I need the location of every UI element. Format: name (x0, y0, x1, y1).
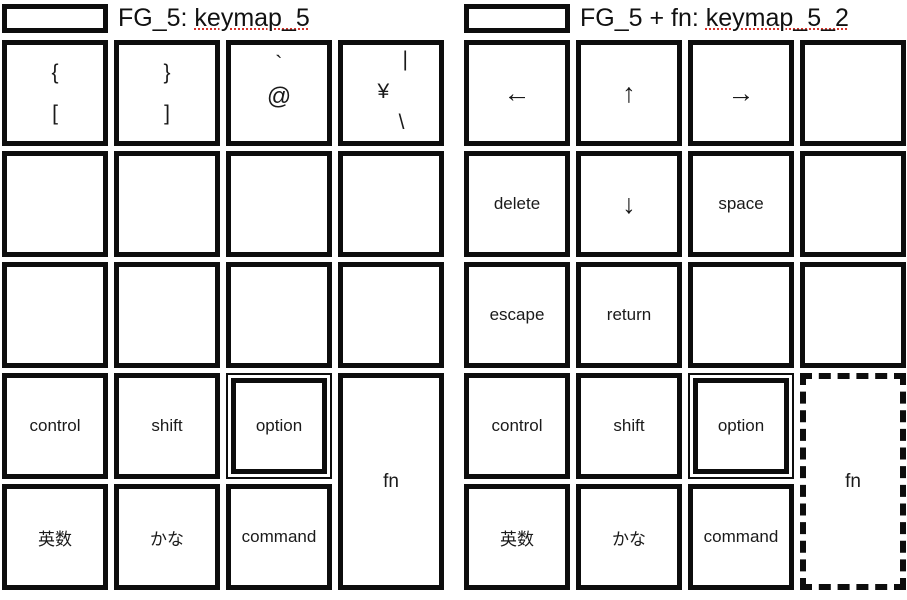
key-glyph-pipe: | (402, 48, 408, 71)
key-inner-border: option (231, 378, 327, 474)
key-label: ↓ (622, 188, 636, 219)
panel-title-keymap-name: keymap_5 (194, 4, 310, 32)
key-control[interactable]: control (2, 373, 108, 479)
keymap-diagram: FG_5: keymap_5{[}] ` @ | ¥ \ control shift optio… (0, 0, 907, 600)
key-label: control (29, 416, 81, 435)
keymap-panel-left: FG_5: keymap_5{[}] ` @ | ¥ \ control shift optio… (0, 0, 452, 600)
key-backtick-at[interactable]: ` @ (226, 40, 332, 146)
panel-title-prefix: FG_5: (118, 4, 195, 32)
key-label: ← (503, 77, 531, 108)
key-shift[interactable]: shift (576, 373, 682, 479)
key-label: ↑ (622, 77, 636, 108)
key-blank[interactable] (800, 151, 906, 257)
key-brace-bracket[interactable]: {[ (2, 40, 108, 146)
key-glyph-top: } (163, 61, 171, 84)
key-glyph-bottom: ] (164, 102, 170, 125)
key-grid-right: ← ↑ → delete ↓ space escape return control shift o… (462, 38, 907, 600)
key-fn-held[interactable]: fn (800, 373, 906, 590)
layer-color-swatch[interactable] (464, 4, 570, 33)
key-eisu[interactable]: 英数 (464, 484, 570, 590)
key-label: return (606, 305, 652, 324)
panel-title-keymap-name: keymap_5_2 (705, 4, 849, 32)
key-label: space (718, 194, 764, 213)
panel-header-right: FG_5 + fn: keymap_5_2 (462, 0, 907, 38)
key-option[interactable]: option (226, 373, 332, 479)
key-kana[interactable]: かな (576, 484, 682, 590)
key-command[interactable]: command (688, 484, 794, 590)
key-blank[interactable] (338, 262, 444, 368)
panel-title: FG_5 + fn: keymap_5_2 (580, 0, 849, 38)
key-kana[interactable]: かな (114, 484, 220, 590)
key-label: fn (383, 470, 399, 492)
key-label: option (717, 416, 765, 435)
key-inner-border: option (693, 378, 789, 474)
key-arrow-up[interactable]: ↑ (576, 40, 682, 146)
key-blank[interactable] (688, 262, 794, 368)
key-arrow-right[interactable]: → (688, 40, 794, 146)
key-label: escape (489, 305, 545, 324)
key-label: delete (493, 194, 541, 213)
key-glyph-backslash: \ (398, 111, 405, 135)
key-brace-close-bracket-close[interactable]: }] (114, 40, 220, 146)
key-glyph-backtick: ` (275, 51, 283, 76)
key-glyph-top: { (51, 61, 59, 84)
key-blank[interactable] (800, 40, 906, 146)
panel-title-prefix: FG_5 + fn: (580, 4, 706, 32)
key-label: shift (613, 416, 645, 435)
key-blank[interactable] (114, 151, 220, 257)
key-option[interactable]: option (688, 373, 794, 479)
key-arrow-left[interactable]: ← (464, 40, 570, 146)
key-label: 英数 (38, 529, 72, 549)
key-grid-left: {[}] ` @ | ¥ \ control shift option fn 英数 かな command (0, 38, 452, 600)
key-fn[interactable]: fn (338, 373, 444, 590)
key-glyph-group: | ¥ \ (343, 45, 439, 141)
key-blank[interactable] (338, 151, 444, 257)
key-shift[interactable]: shift (114, 373, 220, 479)
key-blank[interactable] (2, 262, 108, 368)
key-return[interactable]: return (576, 262, 682, 368)
key-label: command (703, 527, 779, 546)
key-label: shift (151, 416, 183, 435)
key-blank[interactable] (114, 262, 220, 368)
key-control[interactable]: control (464, 373, 570, 479)
key-space[interactable]: space (688, 151, 794, 257)
layer-color-swatch[interactable] (2, 4, 108, 33)
key-label: command (241, 527, 317, 546)
key-blank[interactable] (800, 262, 906, 368)
key-glyph-group: ` @ (231, 45, 327, 141)
panel-title: FG_5: keymap_5 (118, 0, 310, 38)
key-delete[interactable]: delete (464, 151, 570, 257)
key-eisu[interactable]: 英数 (2, 484, 108, 590)
key-label: かな (612, 529, 646, 549)
key-label: fn (845, 470, 861, 492)
key-escape[interactable]: escape (464, 262, 570, 368)
key-glyph-stack: }] (119, 45, 215, 141)
key-blank[interactable] (226, 151, 332, 257)
key-glyph-stack: {[ (7, 45, 103, 141)
key-blank[interactable] (226, 262, 332, 368)
key-label: 英数 (500, 529, 534, 549)
key-pipe-yen-backslash[interactable]: | ¥ \ (338, 40, 444, 146)
key-label: → (727, 77, 755, 108)
key-glyph-at: @ (266, 82, 292, 110)
key-label: control (491, 416, 543, 435)
panel-header-left: FG_5: keymap_5 (0, 0, 452, 38)
key-glyph-yen: ¥ (377, 80, 390, 104)
keymap-panel-right: FG_5 + fn: keymap_5_2 ← ↑ → delete ↓ space esca… (462, 0, 907, 600)
key-label: かな (150, 529, 184, 549)
key-blank[interactable] (2, 151, 108, 257)
key-label: option (255, 416, 303, 435)
key-arrow-down[interactable]: ↓ (576, 151, 682, 257)
key-command[interactable]: command (226, 484, 332, 590)
key-glyph-bottom: [ (52, 102, 58, 125)
